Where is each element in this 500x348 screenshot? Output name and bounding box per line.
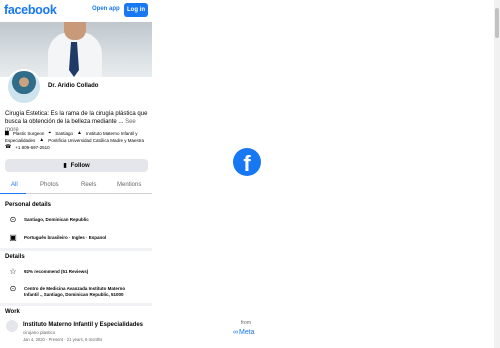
meta-logo: ∞ Meta bbox=[233, 329, 255, 336]
details-address[interactable]: Centro de Medicina Avanzada Instituto Ma… bbox=[24, 285, 125, 298]
details-address-line2: Infantil ., Santiago, Dominican Republic… bbox=[24, 292, 124, 297]
follow-button[interactable]: ▮ Follow bbox=[5, 159, 148, 172]
profile-name: Dr. Aridio Collado bbox=[48, 83, 99, 89]
from-label: from bbox=[241, 320, 251, 326]
info-line: ☎ +1 809-697-2510 bbox=[5, 144, 50, 150]
personal-language-row: ▣ Português brasileiro · Ingles · Espano… bbox=[8, 234, 106, 242]
briefcase-icon: ▆ bbox=[5, 130, 9, 136]
profile-column: facebook Open app Log in Dr. Aridio Coll… bbox=[0, 0, 152, 348]
cover-neck bbox=[64, 22, 86, 40]
info-line: Especialidades ▲ Pontificia Universidad … bbox=[5, 137, 144, 143]
facebook-f-icon: f bbox=[233, 148, 261, 176]
facebook-logo[interactable]: facebook bbox=[4, 3, 57, 17]
meta-label: Meta bbox=[239, 329, 255, 336]
info-job: Plastic Surgeon bbox=[12, 130, 45, 136]
follow-label: Follow bbox=[70, 162, 90, 169]
education-icon: ▲ bbox=[76, 130, 82, 136]
location-pin-icon: ⊙ bbox=[9, 284, 17, 293]
info-line: ▆ Plastic Surgeon ⌖ Santiago ▲ Instituto… bbox=[5, 130, 137, 136]
personal-location: Santiago, Dominican Republic bbox=[24, 217, 89, 222]
info-phone[interactable]: +1 809-697-2510 bbox=[15, 145, 49, 150]
workplace-icon bbox=[6, 320, 18, 332]
scrollbar-thumb[interactable] bbox=[495, 8, 499, 38]
info-education-1-cont: Especialidades bbox=[5, 137, 36, 143]
info-city: Santiago bbox=[55, 130, 73, 136]
location-pin-icon: ⊙ bbox=[9, 215, 17, 224]
info-education-2: Pontificia Universidad Católica Madre y … bbox=[48, 137, 145, 143]
personal-details-heading: Personal details bbox=[5, 202, 52, 208]
top-bar: facebook Open app Log in bbox=[0, 0, 152, 20]
location-icon: ⌖ bbox=[48, 130, 52, 136]
details-reviews[interactable]: 92% recommend (51 Reviews) bbox=[24, 268, 88, 275]
open-app-link[interactable]: Open app bbox=[92, 6, 120, 12]
personal-languages: Português brasileiro · Ingles · Espanol bbox=[24, 235, 107, 240]
avatar[interactable] bbox=[6, 69, 42, 105]
meta-infinity-icon: ∞ bbox=[233, 329, 238, 336]
tab-mentions[interactable]: Mentions bbox=[117, 182, 141, 188]
details-reviews-row: ☆ 92% recommend (51 Reviews) bbox=[8, 268, 88, 276]
details-address-row: ⊙ Centro de Medicina Avanzada Instituto … bbox=[8, 284, 126, 298]
follow-icon: ▮ bbox=[63, 163, 67, 169]
phone-icon: ☎ bbox=[5, 144, 12, 150]
work-name[interactable]: Instituto Materno Infantil y Especialida… bbox=[23, 322, 143, 328]
section-divider bbox=[0, 303, 152, 306]
tab-reels[interactable]: Reels bbox=[81, 182, 96, 188]
section-divider bbox=[0, 248, 152, 251]
details-heading: Details bbox=[5, 254, 25, 260]
info-education-1: Instituto Materno Infantil y bbox=[85, 130, 138, 136]
education-icon: ▲ bbox=[39, 137, 45, 143]
language-icon: ▣ bbox=[9, 233, 17, 242]
page-scrollbar[interactable] bbox=[494, 0, 500, 348]
tab-photos[interactable]: Photos bbox=[40, 182, 59, 188]
work-heading: Work bbox=[5, 309, 20, 315]
details-address-line1: Centro de Medicina Avanzada Instituto Ma… bbox=[24, 286, 126, 291]
star-icon: ☆ bbox=[9, 267, 17, 276]
active-tab-indicator bbox=[0, 193, 26, 194]
personal-location-row: ⊙ Santiago, Dominican Republic bbox=[8, 216, 89, 224]
login-button[interactable]: Log in bbox=[124, 3, 148, 17]
work-role: cirujano plastico bbox=[23, 330, 56, 335]
tab-all[interactable]: All bbox=[11, 182, 18, 188]
work-dates: Jan 4, 2020 - Present · 21 years, 6 mont… bbox=[23, 337, 103, 342]
profile-tabs: All Photos Reels Mentions bbox=[0, 178, 152, 194]
